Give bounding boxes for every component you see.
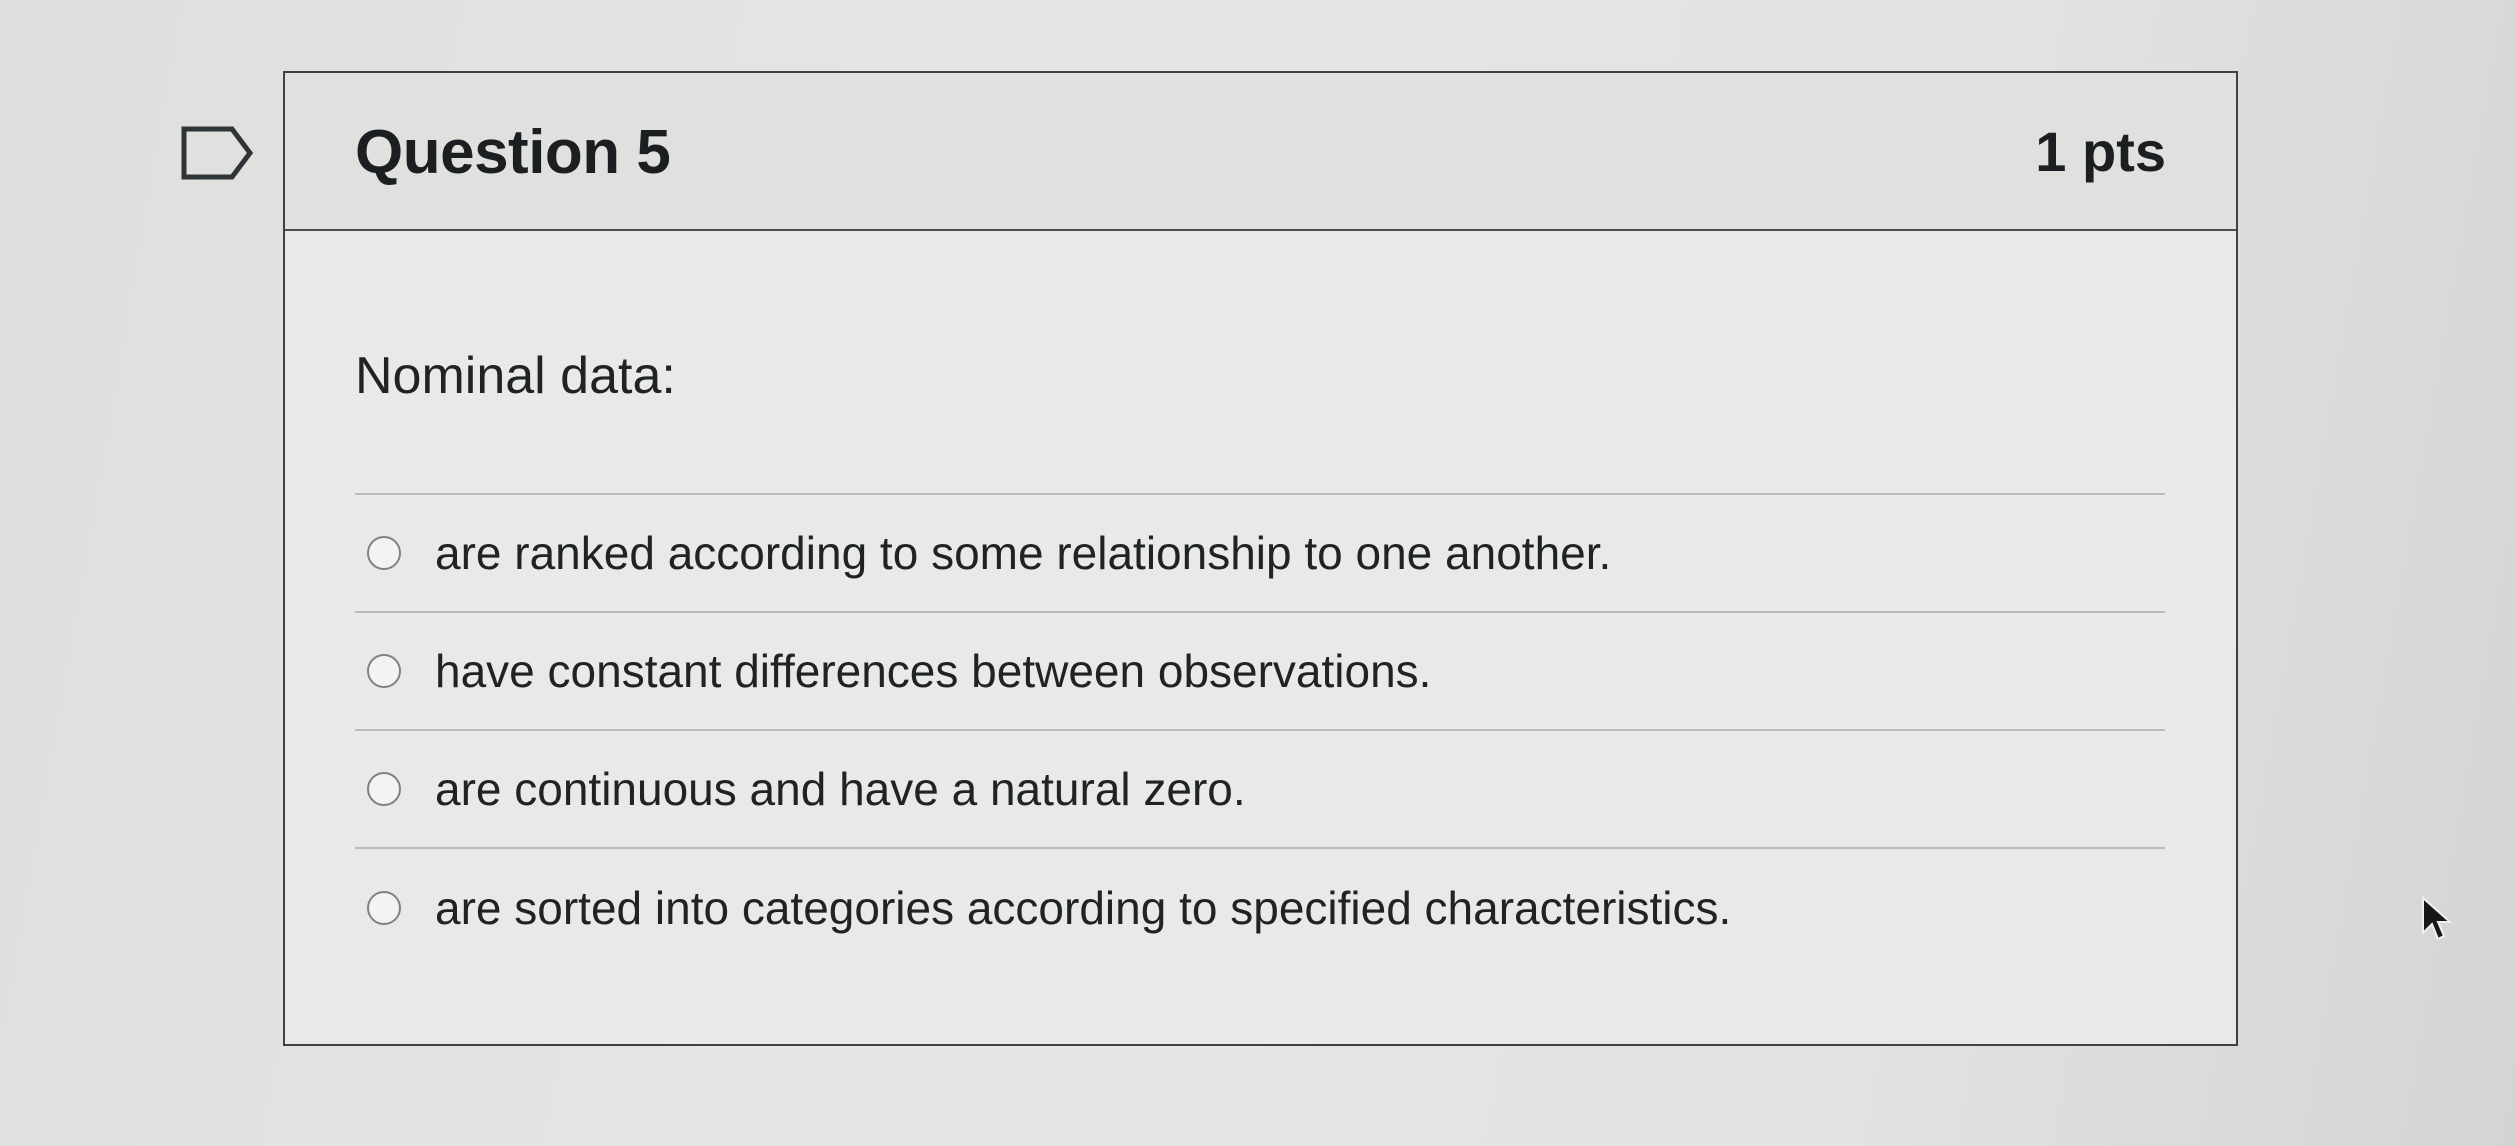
question-points: 1 pts — [2035, 120, 2166, 183]
radio-button[interactable] — [367, 772, 401, 806]
question-title: Question 5 — [355, 118, 671, 187]
answer-label[interactable]: are continuous and have a natural zero. — [435, 762, 1246, 816]
question-card: Question 5 1 pts Nominal data: are ranke… — [283, 71, 2238, 1046]
question-header: Question 5 1 pts — [285, 73, 2236, 231]
answer-option-2[interactable]: have constant differences between observ… — [355, 613, 2165, 731]
question-prompt: Nominal data: — [355, 347, 676, 405]
radio-button[interactable] — [367, 891, 401, 925]
question-body: Nominal data: are ranked according to so… — [285, 231, 2236, 1046]
answer-label[interactable]: have constant differences between observ… — [435, 644, 1431, 698]
answer-option-1[interactable]: are ranked according to some relationshi… — [355, 495, 2165, 613]
radio-button[interactable] — [367, 654, 401, 688]
answer-option-4[interactable]: are sorted into categories according to … — [355, 849, 2165, 967]
flag-question-icon[interactable] — [180, 125, 254, 181]
answer-option-3[interactable]: are continuous and have a natural zero. — [355, 731, 2165, 849]
mouse-cursor-icon — [2422, 895, 2452, 941]
answer-label[interactable]: are sorted into categories according to … — [435, 881, 1731, 935]
answer-label[interactable]: are ranked according to some relationshi… — [435, 526, 1611, 580]
radio-button[interactable] — [367, 536, 401, 570]
answer-list: are ranked according to some relationshi… — [355, 493, 2165, 967]
